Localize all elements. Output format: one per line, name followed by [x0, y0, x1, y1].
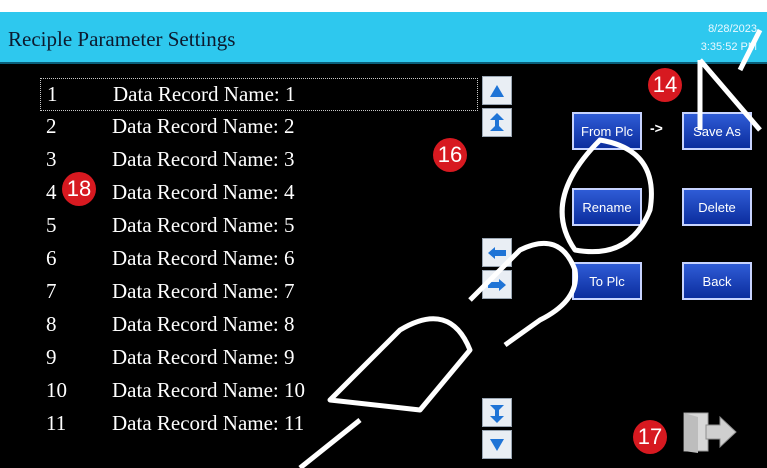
- page-up-button[interactable]: [482, 108, 512, 137]
- rename-button[interactable]: Rename: [572, 188, 642, 226]
- record-name: Data Record Name: 11: [112, 411, 305, 435]
- arrow-right-icon: [487, 278, 507, 292]
- record-row[interactable]: 8 Data Record Name: 8: [40, 309, 478, 342]
- callout-badge-14: 14: [648, 68, 682, 102]
- record-number: 11: [46, 411, 67, 435]
- triangle-down-icon: [489, 438, 505, 452]
- save-as-button[interactable]: Save As: [682, 112, 752, 150]
- callout-badge-18: 18: [62, 172, 96, 206]
- record-name: Data Record Name: 5: [112, 213, 295, 237]
- scroll-down-button[interactable]: [482, 430, 512, 459]
- record-name: Data Record Name: 9: [112, 345, 295, 369]
- record-name: Data Record Name: 3: [112, 147, 295, 171]
- record-row[interactable]: 11 Data Record Name: 11: [40, 408, 478, 441]
- record-row[interactable]: 4 Data Record Name: 4: [40, 177, 478, 210]
- record-row[interactable]: 2 Data Record Name: 2: [40, 111, 478, 144]
- page-down-button[interactable]: [482, 398, 512, 427]
- double-chevron-down-icon: [489, 402, 505, 424]
- record-number: 1: [47, 82, 58, 106]
- callout-badge-17: 17: [633, 420, 667, 454]
- record-row[interactable]: 6 Data Record Name: 6: [40, 243, 478, 276]
- date-text: 8/28/2023: [708, 23, 757, 35]
- copy-arrow-text: ->: [650, 120, 663, 136]
- from-plc-button[interactable]: From Plc: [572, 112, 642, 150]
- record-number: 6: [46, 246, 57, 270]
- record-row[interactable]: 10 Data Record Name: 10: [40, 375, 478, 408]
- record-number: 3: [46, 147, 57, 171]
- record-name: Data Record Name: 7: [112, 279, 295, 303]
- record-name: Data Record Name: 6: [112, 246, 295, 270]
- record-number: 10: [46, 378, 67, 402]
- record-row[interactable]: 1 Data Record Name: 1: [40, 78, 478, 111]
- time-text: 3:35:52 PM: [700, 41, 757, 53]
- triangle-up-icon: [489, 84, 505, 98]
- move-right-button[interactable]: [482, 270, 512, 299]
- record-number: 2: [46, 114, 57, 138]
- record-row[interactable]: 9 Data Record Name: 9: [40, 342, 478, 375]
- record-row[interactable]: 3 Data Record Name: 3: [40, 144, 478, 177]
- record-number: 5: [46, 213, 57, 237]
- exit-door-icon: [682, 412, 740, 459]
- double-chevron-up-icon: [489, 112, 505, 134]
- datetime-display: 8/28/2023 3:35:52 PM: [701, 20, 757, 56]
- record-row[interactable]: 7 Data Record Name: 7: [40, 276, 478, 309]
- record-name: Data Record Name: 10: [112, 378, 306, 402]
- record-name: Data Record Name: 1: [113, 82, 296, 106]
- record-number: 8: [46, 312, 57, 336]
- move-left-button[interactable]: [482, 238, 512, 267]
- delete-button[interactable]: Delete: [682, 188, 752, 226]
- top-border: [0, 0, 767, 12]
- record-row[interactable]: 5 Data Record Name: 5: [40, 210, 478, 243]
- record-name: Data Record Name: 8: [112, 312, 295, 336]
- record-number: 4: [46, 180, 57, 204]
- back-button[interactable]: Back: [682, 262, 752, 300]
- header-bar: Reciple Parameter Settings 8/28/2023 3:3…: [0, 12, 767, 64]
- arrow-left-icon: [487, 246, 507, 260]
- record-name: Data Record Name: 4: [112, 180, 295, 204]
- record-number: 7: [46, 279, 57, 303]
- record-list[interactable]: 1 Data Record Name: 1 2 Data Record Name: 2…: [40, 78, 478, 441]
- page-title: Reciple Parameter Settings: [8, 27, 236, 51]
- callout-badge-16: 16: [433, 138, 467, 172]
- scroll-up-button[interactable]: [482, 76, 512, 105]
- record-name: Data Record Name: 2: [112, 114, 295, 138]
- exit-button[interactable]: [682, 409, 740, 460]
- record-number: 9: [46, 345, 57, 369]
- to-plc-button[interactable]: To Plc: [572, 262, 642, 300]
